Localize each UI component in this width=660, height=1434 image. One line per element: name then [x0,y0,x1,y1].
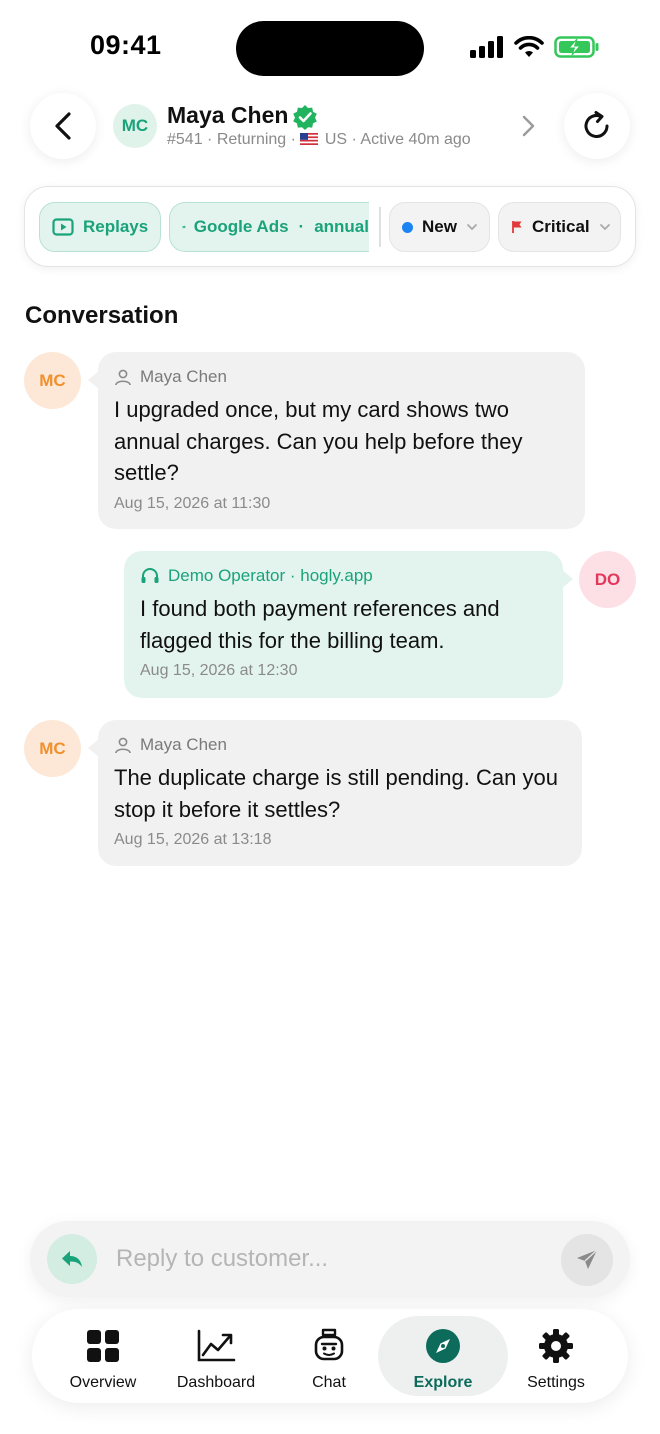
operator-avatar[interactable]: DO [579,551,636,608]
message-bubble: Demo Operator · hogly.app I found both p… [124,551,573,698]
robot-icon [314,1328,344,1361]
message-timestamp: Aug 15, 2026 at 12:30 [140,662,298,679]
status-dropdown[interactable]: New [389,202,490,252]
tab-explore[interactable]: Explore [378,1316,508,1396]
us-flag-icon [300,133,319,145]
status-bar: 09:41 [0,0,660,90]
back-button[interactable] [30,93,96,159]
person-icon [115,737,131,754]
chevron-down-icon [599,224,610,231]
priority-label: Critical [532,217,590,236]
contact-meta: #541 · Returning · US · Active 40m ago [167,131,471,149]
message-timestamp: Aug 15, 2026 at 13:18 [114,831,272,848]
reply-input[interactable] [116,1241,546,1277]
tab-label: Settings [527,1374,585,1391]
sender-name: Maya Chen [140,367,227,386]
replays-label: Replays [83,217,149,236]
send-icon [577,1249,598,1269]
customer-avatar[interactable]: MC [24,720,81,777]
tab-label: Dashboard [176,1374,256,1391]
send-button[interactable] [561,1234,613,1286]
status-dot-icon [402,221,413,233]
tab-chat[interactable]: Chat [280,1316,378,1396]
reply-bar [30,1221,630,1297]
google-ads-chip[interactable]: Google Ads · annual [169,202,369,252]
megaphone-icon [182,225,186,229]
contact-meta-suffix: US · Active 40m ago [324,131,471,148]
red-flag-icon [512,221,522,233]
headset-icon [141,568,159,583]
reply-arrow-icon [62,1251,82,1267]
message-sender: Maya Chen [114,366,569,388]
message-text: I upgraded once, but my card shows two a… [114,397,523,485]
refresh-button[interactable] [564,93,630,159]
status-time: 09:41 [90,30,162,60]
message-text: The duplicate charge is still pending. C… [114,765,558,822]
sender-name: Maya Chen [140,735,227,754]
person-icon [115,369,131,386]
trend-chart-icon [197,1329,236,1362]
ads-campaign-label: annual [314,217,369,236]
grid-icon [87,1330,119,1362]
tab-bar: Overview Dashboard Chat Explore Settings [32,1309,628,1403]
tab-label: Chat [312,1374,346,1391]
gear-icon [539,1329,573,1363]
verified-badge-icon [293,105,317,130]
message-text: I found both payment references and flag… [140,596,500,653]
message-bubble: Maya Chen The duplicate charge is still … [88,720,582,866]
contact-name[interactable]: Maya Chen [167,102,288,129]
refresh-icon [584,111,609,138]
chevron-right-icon[interactable] [520,114,536,138]
message-sender: Demo Operator · hogly.app [140,565,547,587]
dynamic-island [236,21,424,76]
chevron-down-icon [467,224,477,231]
message-timestamp: Aug 15, 2026 at 11:30 [114,494,271,512]
play-video-icon [52,218,74,236]
status-label: New [422,217,457,236]
ads-separator: · [298,217,305,236]
wifi-icon [514,36,544,57]
status-icons [470,36,600,58]
message-sender: Maya Chen [114,734,566,756]
conversation-title: Conversation [25,302,179,329]
tab-label: Explore [413,1374,473,1391]
compass-icon [426,1329,460,1363]
tab-overview[interactable]: Overview [52,1316,154,1396]
chip-divider [379,207,381,247]
contact-avatar[interactable]: MC [113,104,157,148]
cellular-signal-icon [470,36,503,58]
sender-name: Demo Operator · hogly.app [168,566,373,585]
tab-label: Overview [69,1374,137,1391]
customer-avatar[interactable]: MC [24,352,81,409]
ads-source-label: Google Ads [193,217,289,236]
tab-settings[interactable]: Settings [510,1316,602,1396]
battery-charging-icon [554,36,599,58]
chip-bar: Replays Google Ads · annual New Critical [24,186,636,267]
message-bubble: Maya Chen I upgraded once, but my card s… [88,352,585,529]
contact-meta-prefix: #541 · Returning · [167,131,301,148]
tab-dashboard[interactable]: Dashboard [166,1316,266,1396]
chevron-left-icon [55,112,71,140]
replays-chip[interactable]: Replays [39,202,161,252]
priority-dropdown[interactable]: Critical [498,202,621,252]
reply-mode-button[interactable] [47,1234,97,1284]
